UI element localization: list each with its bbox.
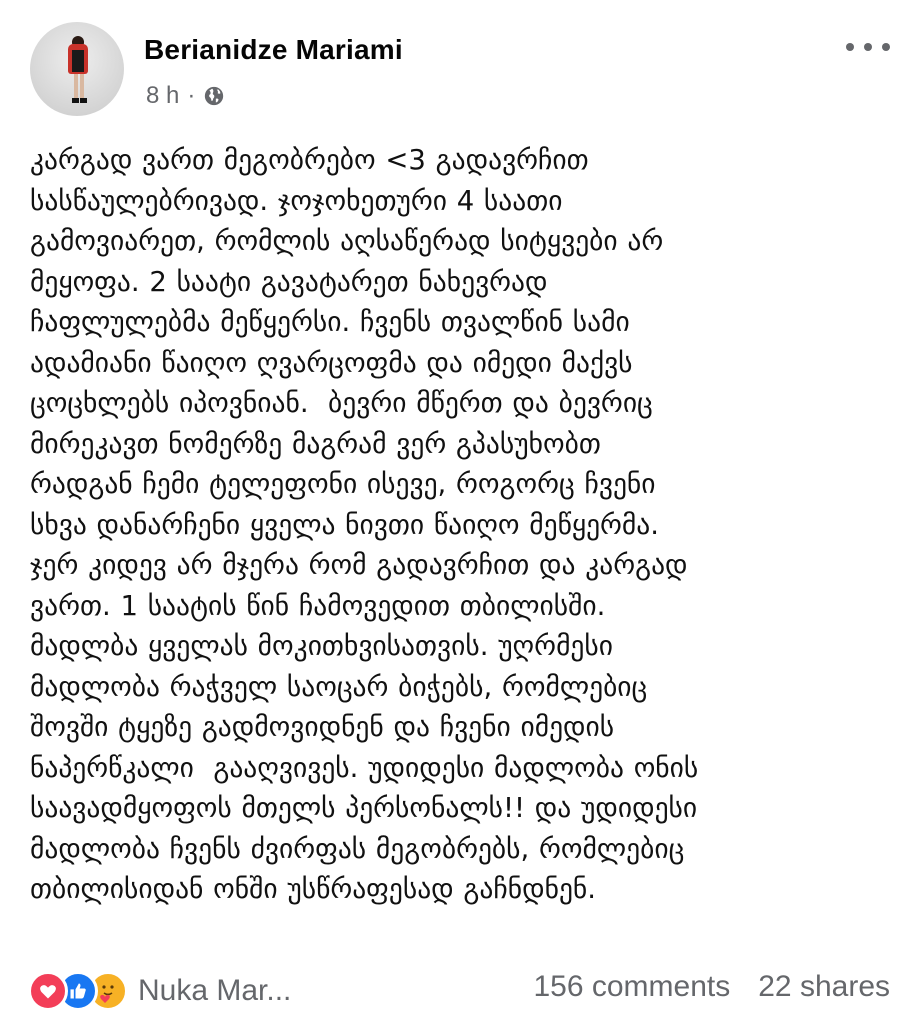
author-avatar[interactable] bbox=[30, 22, 124, 116]
post-text-line: ნაპერწკალი გააღვივეს. უდიდესი მადლობა ონ… bbox=[30, 751, 699, 784]
post-text-line: სასწაულებრივად. ჯოჯოხეთური 4 საათი bbox=[30, 184, 563, 217]
post-text-line: სხვა დანარჩენი ყველა ნივთი წაიღო მეწყერმ… bbox=[30, 508, 660, 541]
post-text-line: მეყოფა. 2 საატი გავატარეთ ნახევრად bbox=[30, 265, 548, 298]
post-text-line: გამოვიარეთ, რომლის აღსაწერად სიტყვები არ bbox=[30, 225, 664, 257]
post-text-line: თბილისიდან ონში უსწრაფესად გაჩნდნენ. bbox=[30, 873, 597, 905]
comments-count[interactable]: 156 comments bbox=[533, 970, 730, 1004]
post-text-line: მირეკავთ ნომერზე მაგრამ ვერ გპასუხობთ bbox=[30, 427, 601, 460]
post-text-line: მადლბა ყველას მოკითხვისათვის. უღრმესი bbox=[30, 630, 613, 662]
shares-count[interactable]: 22 shares bbox=[758, 970, 890, 1004]
engagement-counts: 156 comments 22 shares bbox=[533, 970, 890, 1004]
post-text-line: მადლობა ჩვენს ძვირფას მეგობრებს, რომლები… bbox=[30, 832, 685, 865]
post-time[interactable]: 8 h bbox=[146, 82, 179, 110]
post-text-line: მადლობა რაჭველ საოცარ ბიჭებს, რომლებიც bbox=[30, 670, 648, 703]
more-options-icon[interactable] bbox=[846, 40, 890, 54]
post-meta: 8 h · bbox=[146, 82, 225, 110]
reactions-summary[interactable]: Nuka Mar... bbox=[28, 968, 291, 1014]
post-text-line: ჯერ კიდევ არ მჯერა რომ გადავრჩით და კარგ… bbox=[30, 549, 688, 581]
post-text-line: საავადმყოფოს მთელს პერსონალს!! და უდიდეს… bbox=[30, 792, 698, 824]
post-text-line: რადგან ჩემი ტელეფონი ისევე, როგორც ჩვენი bbox=[30, 468, 656, 500]
author-name[interactable]: Berianidze Mariami bbox=[144, 34, 403, 66]
post-text-line: კარგად ვართ მეგობრებო <3 გადავრჩით bbox=[30, 144, 589, 176]
meta-separator: · bbox=[187, 82, 196, 109]
globe-icon bbox=[205, 86, 224, 106]
post-text-line: ადამიანი წაიღო ღვარცოფმა და იმედი მაქვს bbox=[30, 346, 633, 379]
post-text-line: ცოცხლებს იპოვნიან. ბევრი მწერთ და ბევრიც bbox=[30, 387, 653, 419]
reaction-names[interactable]: Nuka Mar... bbox=[138, 974, 291, 1008]
post-text-line: ვართ. 1 საატის წინ ჩამოვედით თბილისში. bbox=[30, 589, 606, 622]
post-body: კარგად ვართ მეგობრებო <3 გადავრჩით სასწაუ… bbox=[30, 140, 900, 910]
love-reaction-icon bbox=[28, 971, 68, 1011]
post-text-line: ჩაფლულებმა მეწყერსი. ჩვენს თვალწინ სამი bbox=[30, 306, 630, 338]
post-text-line: შოვში ტყეზე გადმოვიდნენ და ჩვენი იმედის bbox=[30, 711, 615, 743]
